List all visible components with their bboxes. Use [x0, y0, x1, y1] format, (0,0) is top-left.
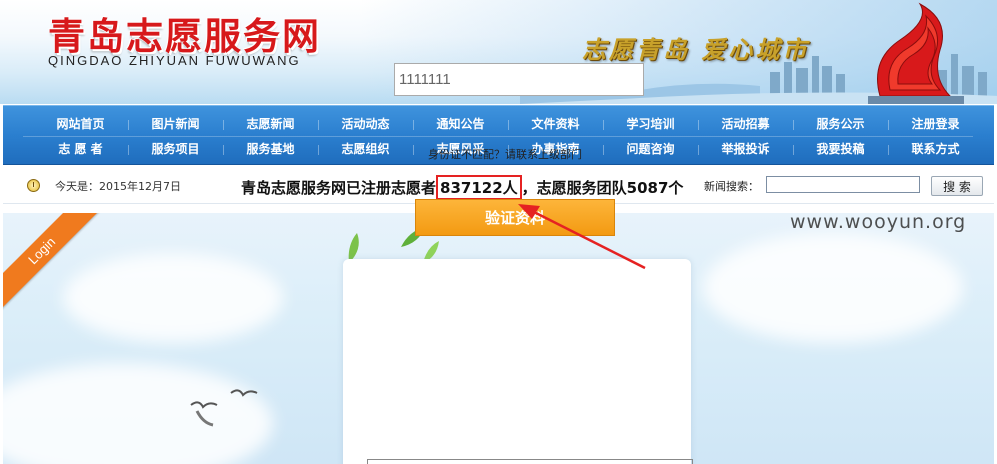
- nav-item-recruitment[interactable]: 活动招募: [698, 112, 793, 137]
- login-ribbon: Login: [3, 213, 113, 323]
- nav-item-volunteer-news[interactable]: 志愿新闻: [223, 112, 318, 137]
- watermark: www.wooyun.org: [790, 211, 967, 233]
- registration-prefix: 青岛志愿服务网已注册志愿者: [241, 179, 437, 197]
- nav-item-register-login[interactable]: 注册登录: [888, 112, 983, 137]
- login-area: Login: [3, 213, 994, 464]
- nav-item-service-public[interactable]: 服务公示: [793, 112, 888, 137]
- nav-item-submit[interactable]: 我要投稿: [793, 137, 888, 162]
- verify-info-button[interactable]: 验证资料: [415, 199, 615, 236]
- cloud-decoration: [703, 233, 963, 343]
- login-panel: [343, 259, 691, 464]
- nav-item-activities[interactable]: 活动动态: [318, 112, 413, 137]
- search-button[interactable]: 搜 索: [931, 176, 983, 196]
- nav-item-home[interactable]: 网站首页: [33, 112, 128, 137]
- nav-item-training[interactable]: 学习培训: [603, 112, 698, 137]
- nav-item-organizations[interactable]: 志愿组织: [318, 137, 413, 162]
- nav-item-documents[interactable]: 文件资料: [508, 112, 603, 137]
- nav-item-photo-news[interactable]: 图片新闻: [128, 112, 223, 137]
- id-number-input[interactable]: [394, 63, 644, 96]
- seagulls-icon: [190, 389, 258, 427]
- next-field-outline: [367, 459, 693, 464]
- registered-volunteer-count: 837122人: [436, 175, 522, 200]
- site-subtitle: QINGDAO ZHIYUAN FUWUWANG: [48, 53, 301, 68]
- nav-item-volunteers[interactable]: 志 愿 者: [33, 137, 128, 162]
- nav-item-report[interactable]: 举报投诉: [698, 137, 793, 162]
- login-ribbon-label: Login: [3, 213, 104, 313]
- may-wind-sculpture-image: [868, 2, 964, 104]
- clock-icon: [27, 179, 40, 192]
- nav-item-faq[interactable]: 问题咨询: [603, 137, 698, 162]
- today-date: 今天是：2015年12月7日: [55, 180, 181, 193]
- id-mismatch-hint: 身份证不匹配？请联系上级部门: [428, 148, 582, 161]
- nav-item-contact[interactable]: 联系方式: [888, 137, 983, 162]
- banner-slogan: 志愿青岛 爱心城市: [582, 35, 810, 64]
- nav-item-notices[interactable]: 通知公告: [413, 112, 508, 137]
- nav-item-service-bases[interactable]: 服务基地: [223, 137, 318, 162]
- registration-stats: 青岛志愿服务网已注册志愿者 837122人 ，志愿服务团队5087个: [241, 175, 683, 200]
- news-search-input[interactable]: [766, 176, 920, 193]
- news-search-label: 新闻搜索：: [704, 180, 759, 193]
- nav-row-1: 网站首页 图片新闻 志愿新闻 活动动态 通知公告 文件资料 学习培训 活动招募 …: [33, 112, 983, 137]
- registration-suffix: ，志愿服务团队5087个: [521, 179, 684, 197]
- nav-item-service-projects[interactable]: 服务项目: [128, 137, 223, 162]
- site-title[interactable]: 青岛志愿服务网: [48, 6, 321, 60]
